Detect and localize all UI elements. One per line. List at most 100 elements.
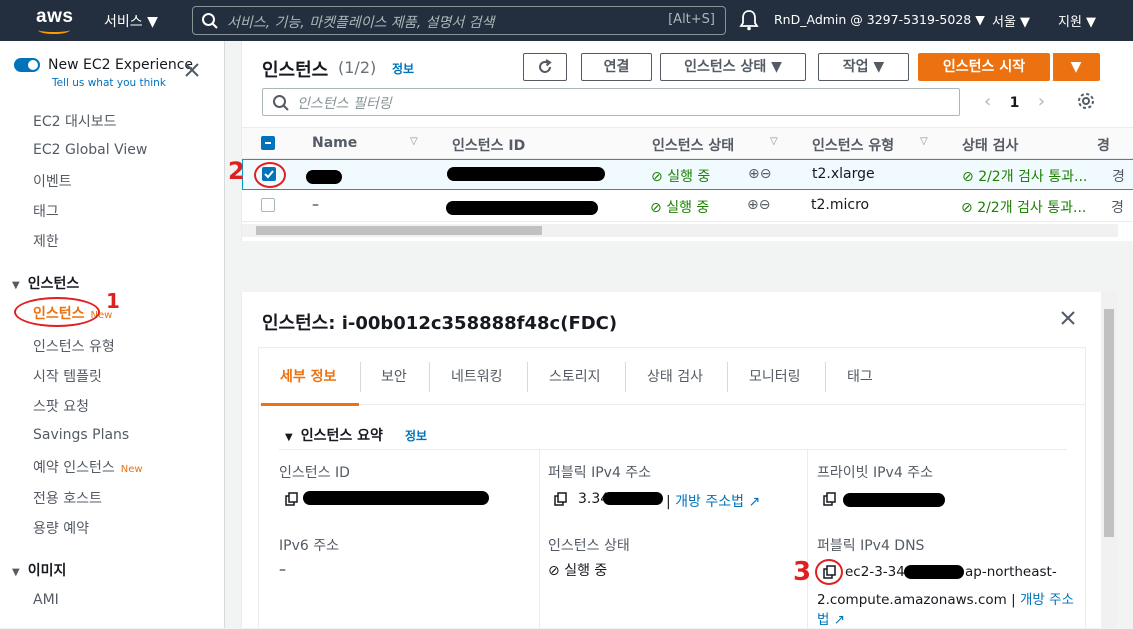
sidebar-item-reserved-instances[interactable]: 예약 인스턴스 New (33, 457, 143, 477)
connect-button[interactable]: 연결 (581, 53, 652, 81)
sidebar-item-instance-types[interactable]: 인스턴스 유형 (33, 336, 115, 356)
scrollbar-thumb[interactable] (256, 226, 542, 235)
copy-icon[interactable] (285, 492, 299, 506)
open-address-link-cont[interactable]: 법 ↗ (817, 608, 845, 628)
close-icon[interactable] (1060, 310, 1076, 326)
checks-label: 2/2개 검사 통과... (977, 200, 1087, 216)
copy-icon[interactable] (554, 492, 568, 506)
tab-tags[interactable]: 태그 (847, 366, 873, 386)
table-row[interactable]: ⊘ 실행 중 ⊕⊖ t2.xlarge ⊘ 2/2개 검사 통과... 경 (242, 159, 1133, 190)
sidebar-section-images[interactable]: ▼ 이미지 (12, 560, 66, 580)
scrollbar-thumb[interactable] (1104, 309, 1114, 537)
zoom-icons[interactable]: ⊕⊖ (748, 166, 771, 182)
zoom-icons[interactable]: ⊕⊖ (747, 197, 770, 213)
check-circle-icon: ⊘ (961, 200, 973, 216)
status-checks[interactable]: ⊘ 2/2개 검사 통과... (961, 197, 1086, 217)
sidebar-item-spot-requests[interactable]: 스팟 요청 (33, 396, 89, 416)
tab-networking[interactable]: 네트워킹 (451, 366, 503, 386)
column-header-alarm[interactable]: 경 (1097, 135, 1110, 155)
tab-storage[interactable]: 스토리지 (549, 366, 601, 386)
public-ipv4-label: 퍼블릭 IPv4 주소 (548, 465, 652, 481)
new-badge: New (120, 464, 143, 475)
divider (279, 449, 1067, 450)
sidebar-item-savings-plans[interactable]: Savings Plans (33, 427, 129, 443)
external-link-icon: ↗ (833, 612, 846, 628)
sort-icon[interactable]: ▽ (920, 136, 928, 147)
launch-dropdown-button[interactable]: ▼ (1052, 53, 1100, 81)
redacted-instance-id (446, 201, 598, 215)
ipv6-label: IPv6 주소 (279, 538, 339, 554)
region-menu[interactable]: 서울 ▼ (992, 11, 1030, 30)
sidebar-item-limits[interactable]: 제한 (33, 231, 59, 251)
sidebar-item-ami[interactable]: AMI (33, 592, 59, 608)
chevron-right-icon[interactable]: › (1038, 91, 1045, 112)
services-menu[interactable]: 서비스 ▼ (104, 11, 158, 31)
column-header-status-checks[interactable]: 상태 검사 (962, 135, 1018, 155)
instance-details-panel: 인스턴스: i-00b012c358888f48c(FDC) 세부 정보 보안 … (241, 292, 1117, 629)
horizontal-scrollbar[interactable] (242, 224, 1118, 237)
new-experience-title: New EC2 Experience (48, 57, 194, 73)
account-menu[interactable]: RnD_Admin @ 3297-5319-5028 ▼ (774, 12, 985, 27)
state-label: 실행 중 (666, 200, 710, 216)
sidebar-item-launch-templates[interactable]: 시작 템플릿 (33, 366, 102, 386)
aws-logo[interactable]: aws (36, 6, 76, 34)
feedback-link[interactable]: Tell us what you think (52, 77, 166, 89)
alarm-cell: 경 (1112, 169, 1125, 185)
redacted-name (306, 170, 342, 184)
close-icon[interactable] (185, 63, 199, 77)
tab-status-checks[interactable]: 상태 검사 (647, 366, 703, 386)
instance-id-label: 인스턴스 ID (279, 465, 350, 481)
chevron-left-icon[interactable]: ‹ (984, 91, 991, 112)
sort-icon[interactable]: ▽ (770, 136, 778, 147)
tab-security[interactable]: 보안 (381, 366, 407, 386)
summary-header[interactable]: ▼ 인스턴스 요약 (285, 425, 383, 445)
table-row[interactable]: – ⊘ 실행 중 ⊕⊖ t2.micro ⊘ 2/2개 검사 통과... 경 (242, 191, 1133, 222)
state-label: 실행 중 (667, 169, 711, 185)
status-running: ⊘ 실행 중 (651, 166, 710, 186)
column-header-instance-type[interactable]: 인스턴스 유형 (812, 135, 894, 155)
column-header-instance-state[interactable]: 인스턴스 상태 (652, 135, 734, 155)
actions-button[interactable]: 작업 ▼ (818, 53, 909, 81)
redacted-instance-id (303, 491, 489, 505)
copy-icon[interactable] (823, 492, 837, 506)
sidebar-divider[interactable] (225, 41, 241, 628)
sidebar-item-capacity-reservations[interactable]: 용량 예약 (33, 518, 89, 538)
aws-smile-icon (38, 26, 70, 34)
sidebar-item-dedicated-hosts[interactable]: 전용 호스트 (33, 488, 102, 508)
refresh-button[interactable] (523, 53, 567, 81)
column-header-name[interactable]: Name (312, 135, 357, 151)
summary-title: 인스턴스 요약 (300, 428, 383, 444)
tab-monitoring[interactable]: 모니터링 (749, 366, 801, 386)
sidebar-item-tags[interactable]: 태그 (33, 201, 59, 221)
gear-icon[interactable] (1076, 91, 1096, 111)
launch-instances-button[interactable]: 인스턴스 시작 (918, 53, 1050, 81)
open-address-link[interactable]: | 개방 주소법 ↗ (666, 491, 760, 511)
global-search-input[interactable]: 서비스, 기능, 마켓플레이스 제품, 설명서 검색 [Alt+S] (192, 6, 726, 35)
sidebar-item-events[interactable]: 이벤트 (33, 171, 72, 191)
support-menu[interactable]: 지원 ▼ (1058, 11, 1096, 30)
page-number[interactable]: 1 (1010, 95, 1020, 111)
top-navigation: aws 서비스 ▼ 서비스, 기능, 마켓플레이스 제품, 설명서 검색 [Al… (0, 0, 1133, 41)
new-experience-toggle[interactable] (14, 58, 40, 72)
sort-icon[interactable]: ▽ (410, 136, 418, 147)
row-checkbox[interactable] (261, 198, 275, 212)
select-all-checkbox[interactable] (261, 136, 275, 150)
info-link[interactable]: 정보 (405, 427, 427, 444)
open-address-link[interactable]: 개방 주소 (1020, 592, 1074, 608)
caret-down-icon: ▼ (285, 432, 293, 443)
private-ipv4-label: 프라이빗 IPv4 주소 (817, 465, 933, 481)
column-header-instance-id[interactable]: 인스턴스 ID (452, 135, 525, 155)
page-title: 인스턴스 (262, 60, 329, 81)
bell-icon[interactable] (739, 9, 759, 31)
instance-state-button[interactable]: 인스턴스 상태 ▼ (660, 53, 806, 81)
tab-details[interactable]: 세부 정보 (280, 366, 336, 386)
sidebar-item-ec2-dashboard[interactable]: EC2 대시보드 (33, 111, 117, 131)
annotation-circle-2 (254, 162, 286, 188)
vertical-scrollbar[interactable] (1101, 292, 1117, 628)
sidebar-section-instances[interactable]: ▼ 인스턴스 (12, 273, 79, 293)
info-link[interactable]: 정보 (392, 60, 414, 77)
instance-filter-input[interactable]: 인스턴스 필터링 (262, 88, 960, 116)
filter-placeholder: 인스턴스 필터링 (297, 96, 392, 112)
status-checks[interactable]: ⊘ 2/2개 검사 통과... (962, 166, 1087, 186)
sidebar-item-ec2-global-view[interactable]: EC2 Global View (33, 142, 147, 158)
